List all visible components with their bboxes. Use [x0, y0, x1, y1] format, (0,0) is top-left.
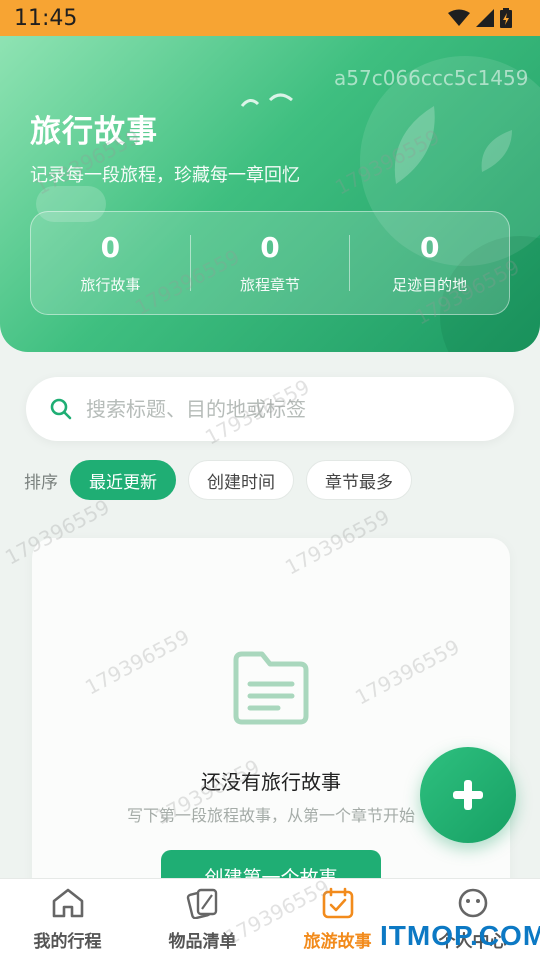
search-bar[interactable] — [26, 377, 514, 441]
battery-icon — [500, 8, 512, 28]
nav-label: 旅游故事 — [303, 932, 372, 952]
calendar-check-icon — [322, 887, 353, 919]
status-bar: 11:45 — [0, 0, 540, 36]
sort-chip-created[interactable]: 创建时间 — [188, 460, 294, 500]
folder-document-icon — [233, 651, 309, 725]
plus-icon — [453, 780, 483, 810]
search-input[interactable] — [86, 397, 466, 421]
signal-icon — [476, 9, 494, 27]
birds-icon — [240, 93, 293, 107]
nav-item-checklist[interactable]: 物品清单 — [135, 879, 270, 960]
stat-label: 旅行故事 — [80, 276, 141, 294]
status-icons — [448, 8, 512, 28]
stat-value: 0 — [260, 231, 280, 264]
nav-item-trips[interactable]: 我的行程 — [0, 879, 135, 960]
stat-value: 0 — [100, 231, 121, 264]
add-story-fab[interactable] — [420, 747, 516, 843]
sort-chip-recent[interactable]: 最近更新 — [70, 460, 176, 500]
leaf-icon — [394, 106, 435, 184]
leaf-icon — [481, 130, 512, 172]
page-title: 旅行故事 — [30, 114, 158, 150]
sort-chip-chapters[interactable]: 章节最多 — [306, 460, 412, 500]
nav-label: 我的行程 — [33, 932, 102, 952]
stat-stories: 0 旅行故事 — [31, 231, 190, 295]
nav-label: 物品清单 — [168, 932, 237, 952]
site-logo-watermark: ITMOP.COM — [380, 920, 540, 951]
wifi-icon — [448, 9, 470, 26]
stat-label: 旅程章节 — [240, 276, 301, 294]
stat-label: 足迹目的地 — [392, 276, 468, 294]
stat-chapters: 0 旅程章节 — [191, 231, 350, 295]
status-time: 11:45 — [14, 5, 78, 31]
stats-card: 0 旅行故事 0 旅程章节 0 足迹目的地 — [30, 211, 510, 315]
stat-value: 0 — [419, 231, 440, 264]
search-icon — [50, 398, 72, 420]
sort-row: 排序 最近更新 创建时间 章节最多 — [24, 460, 412, 500]
home-icon — [52, 888, 83, 918]
watermark-hash: a57c066ccc5c1459 — [334, 66, 529, 90]
page-subtitle: 记录每一段旅程，珍藏每一章回忆 — [30, 165, 300, 186]
stat-destinations: 0 足迹目的地 — [350, 231, 509, 295]
face-icon — [458, 888, 487, 918]
cards-icon — [186, 888, 217, 919]
sort-label: 排序 — [24, 472, 58, 493]
